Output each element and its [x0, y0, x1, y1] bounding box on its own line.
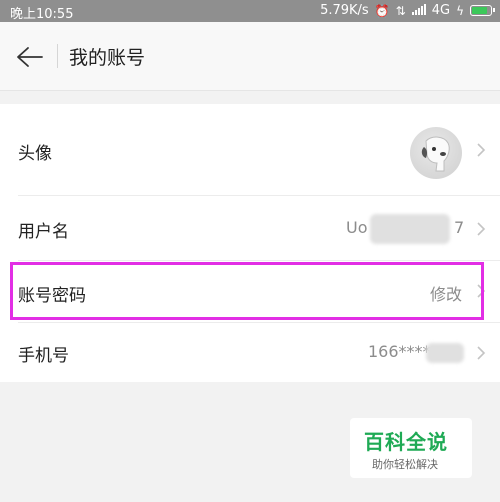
avatar-label: 头像: [18, 144, 52, 164]
back-arrow-icon[interactable]: [14, 42, 44, 72]
network-speed: 5.79K/s: [320, 3, 369, 18]
avatar: [410, 127, 462, 179]
phone-number-label: 手机号: [18, 346, 69, 366]
signal-icon: [411, 3, 426, 18]
chevron-right-icon: [477, 284, 486, 298]
chevron-right-icon: [477, 346, 486, 360]
status-bar: 晚上10:55 5.79K/s ⏰ ⇅ 4G ϟ: [0, 0, 500, 22]
battery-icon: [470, 5, 495, 16]
chevron-right-icon: [477, 143, 486, 157]
modify-link[interactable]: 修改: [430, 281, 462, 305]
data-transfer-icon: ⇅: [395, 3, 406, 18]
watermark-logo: 百科全说 助你轻松解决: [350, 418, 472, 478]
app-header: 我的账号: [0, 22, 500, 91]
account-settings-list: 头像 用户名 Uo 7 账号密码 修改 手机号 166****: [0, 104, 500, 382]
header-divider: [57, 44, 58, 68]
username-row[interactable]: 用户名 Uo 7: [0, 196, 500, 260]
phone-number-row[interactable]: 手机号 166****: [0, 323, 500, 382]
status-time: 晚上10:55: [10, 7, 74, 22]
status-icons: 5.79K/s ⏰ ⇅ 4G ϟ: [320, 3, 495, 18]
watermark-subtitle: 助你轻松解决: [372, 458, 438, 471]
alarm-icon: ⏰: [374, 3, 390, 18]
page-title: 我的账号: [69, 47, 146, 69]
account-password-label: 账号密码: [18, 286, 86, 306]
phone-number-value: 166****: [368, 342, 431, 361]
username-redaction: [370, 214, 450, 244]
username-value-start: Uo: [346, 218, 368, 237]
avatar-row[interactable]: 头像: [0, 104, 500, 196]
username-value-end: 7: [454, 218, 465, 237]
chevron-right-icon: [477, 222, 486, 236]
username-label: 用户名: [18, 222, 69, 242]
account-password-row[interactable]: 账号密码 修改: [0, 261, 500, 321]
charging-icon: ϟ: [456, 3, 464, 18]
watermark-title: 百科全说: [364, 430, 448, 454]
phone-redaction: [426, 343, 464, 363]
network-type: 4G: [431, 3, 451, 18]
